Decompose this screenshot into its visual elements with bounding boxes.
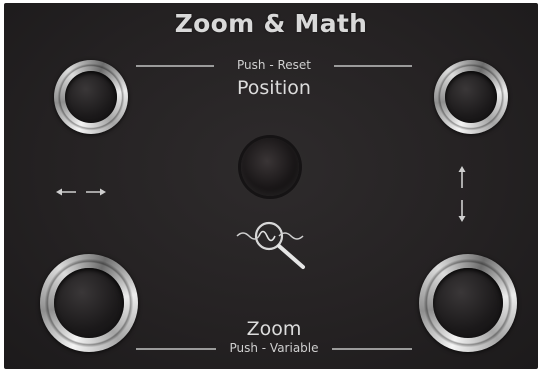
position-line-right [334,65,412,67]
left-right-arrows-icon [56,188,106,196]
horizontal-position-knob-cap [65,71,117,123]
zoom-hint: Push - Variable [229,341,319,355]
horizontal-zoom-knob[interactable] [40,254,138,352]
position-label: Position [237,77,311,99]
vertical-position-knob[interactable] [434,60,508,134]
zoom-line-right [332,348,412,350]
position-line-left [136,65,214,67]
up-down-arrows-icon [458,166,466,222]
vertical-zoom-knob-cap [433,268,503,338]
zoom-line-left [136,348,216,350]
panel-title: Zoom & Math [174,9,368,38]
horizontal-zoom-knob-cap [54,268,124,338]
math-button[interactable] [241,138,299,196]
zoom-math-panel: Zoom & Math Push - Reset Position Zoom P… [4,3,538,369]
zoom-label: Zoom [246,318,302,340]
vertical-position-knob-cap [445,71,497,123]
waveform-magnifier-icon [236,221,305,269]
position-hint: Push - Reset [237,58,311,72]
vertical-zoom-knob[interactable] [419,254,517,352]
horizontal-position-knob[interactable] [54,60,128,134]
